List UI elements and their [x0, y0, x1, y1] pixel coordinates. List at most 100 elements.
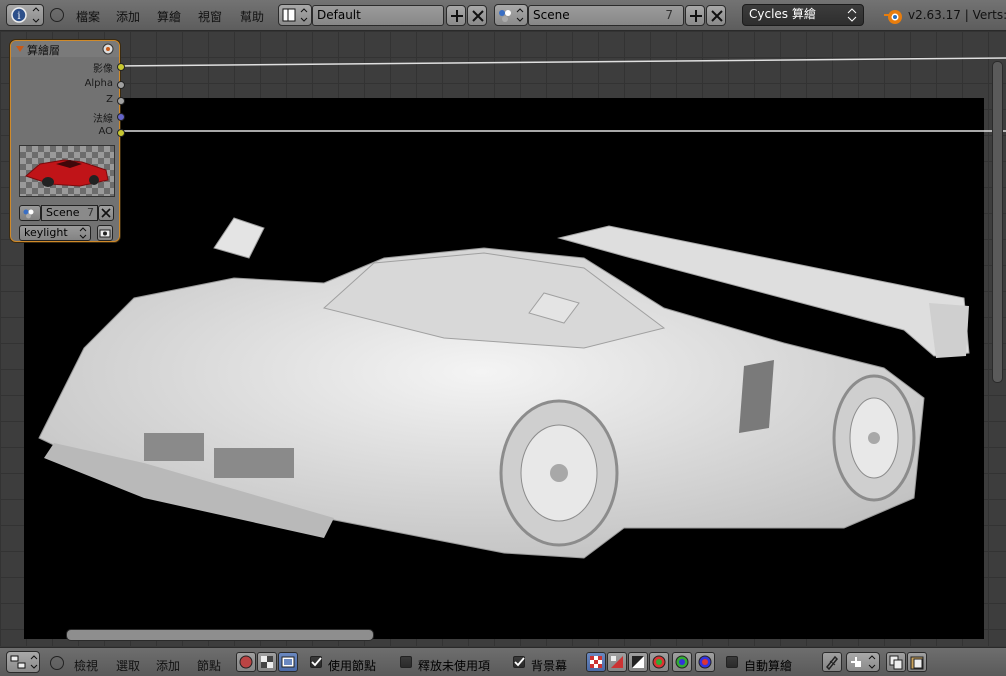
node-editor-header: 檢視 選取 添加 節點 使用節點 釋放未使用項 背景幕 自動算繪 — [0, 647, 1006, 676]
render-layer-value: keylight — [24, 226, 68, 239]
menu-add[interactable]: 添加 — [116, 8, 140, 25]
backdrop-green-button[interactable] — [672, 652, 692, 672]
checker-texture-icon — [261, 656, 273, 668]
paste-icon — [910, 656, 924, 670]
collapse-menu-icon[interactable] — [50, 656, 64, 670]
scene-name: Scene — [533, 8, 570, 22]
render-layers-node[interactable]: 算繪層 影像 Alpha Z 法線 AO Scene 7 keylight — [10, 40, 125, 242]
paste-nodes-button[interactable] — [907, 652, 927, 672]
node-scene-selector[interactable]: Scene 7 — [19, 205, 114, 221]
checker-red-icon — [590, 656, 602, 668]
vertical-scrollbar[interactable] — [992, 61, 1003, 383]
free-unused-checkbox[interactable] — [400, 656, 412, 668]
add-scene-button[interactable] — [685, 5, 705, 26]
output-normal-socket[interactable] — [117, 113, 125, 121]
node-links — [119, 57, 1006, 132]
backdrop-checkbox[interactable] — [513, 656, 525, 668]
layout-icon — [282, 8, 308, 22]
render-engine-select[interactable]: Cycles 算繪 — [742, 4, 864, 26]
menu-add-node[interactable]: 添加 — [156, 657, 180, 674]
backdrop-blue-button[interactable] — [695, 652, 715, 672]
collapse-menu-icon[interactable] — [50, 8, 64, 22]
color-wheel-icon — [675, 655, 689, 669]
output-z-socket[interactable] — [117, 97, 125, 105]
copy-nodes-button[interactable] — [886, 652, 906, 672]
render-engine-value: Cycles 算繪 — [749, 7, 816, 21]
horizontal-scrollbar[interactable] — [66, 629, 374, 641]
red-car-thumbnail-icon — [25, 159, 109, 187]
node-preview-toggle-icon[interactable] — [102, 43, 114, 55]
screen-layout-name[interactable]: Default — [312, 5, 444, 26]
node-scene-unlink-button[interactable] — [98, 205, 114, 221]
render-layer-select[interactable]: keylight — [19, 225, 91, 241]
chevron-updown-icon — [79, 227, 87, 239]
add-layout-button[interactable] — [446, 5, 466, 26]
texture-nodes-button[interactable] — [257, 652, 277, 672]
node-scene-icon-button[interactable] — [19, 205, 41, 221]
output-normal-label: 法線 — [93, 114, 113, 125]
output-alpha-label: Alpha — [84, 78, 113, 89]
scene-icon — [23, 209, 34, 219]
remove-layout-button[interactable] — [467, 5, 487, 26]
menu-node[interactable]: 節點 — [197, 657, 221, 674]
close-icon — [472, 10, 484, 22]
copy-icon — [889, 655, 903, 670]
scene-name-field[interactable]: Scene 7 — [528, 5, 684, 26]
collapse-arrow-icon[interactable] — [15, 44, 25, 54]
plus-icon — [451, 10, 463, 22]
screen-layout-selector[interactable] — [278, 4, 312, 26]
backdrop-alpha-button[interactable] — [607, 652, 627, 672]
checkmark-icon — [514, 657, 525, 667]
output-alpha-socket[interactable] — [117, 81, 125, 89]
menu-file[interactable]: 檔案 — [76, 8, 100, 25]
render-layer-button[interactable] — [97, 225, 113, 241]
use-nodes-checkbox[interactable] — [310, 656, 322, 668]
alpha-checker-icon — [611, 656, 623, 668]
compositing-nodes-button[interactable] — [278, 652, 298, 672]
scene-users-count: 7 — [665, 8, 673, 22]
node-editor-icon — [10, 655, 38, 669]
menu-view[interactable]: 檢視 — [74, 657, 98, 674]
alpha-icon — [632, 656, 644, 668]
node-editor-area[interactable] — [0, 31, 1006, 646]
chevron-updown-icon — [847, 8, 857, 22]
backdrop-image — [24, 98, 984, 639]
backdrop-label: 背景幕 — [531, 659, 568, 673]
menu-help[interactable]: 幫助 — [240, 8, 264, 25]
snap-element-selector[interactable] — [846, 652, 880, 672]
output-image-socket[interactable] — [117, 63, 125, 71]
car-render-image — [38, 217, 970, 559]
checkmark-icon — [311, 657, 322, 667]
menu-render[interactable]: 算繪 — [157, 8, 181, 25]
render-result-icon — [281, 656, 295, 668]
shader-nodes-button[interactable] — [236, 652, 256, 672]
menu-window[interactable]: 視窗 — [198, 8, 222, 25]
free-unused-label: 釋放未使用項 — [418, 659, 491, 673]
snap-button[interactable] — [822, 652, 842, 672]
material-sphere-icon — [239, 655, 253, 669]
render-preview-thumbnail — [19, 145, 115, 197]
camera-icon — [99, 229, 111, 238]
info-icon: i — [11, 7, 40, 23]
editor-type-button[interactable] — [6, 651, 40, 673]
node-scene-name-field[interactable]: Scene 7 — [41, 205, 98, 221]
backdrop-alpha-only-button[interactable] — [628, 652, 648, 672]
node-scene-name: Scene — [46, 206, 80, 219]
menu-select[interactable]: 選取 — [116, 657, 140, 674]
node-header[interactable]: 算繪層 — [11, 41, 119, 57]
scene-selector[interactable] — [494, 4, 528, 26]
close-icon — [101, 208, 111, 218]
output-z-label: Z — [106, 94, 113, 105]
svg-text:i: i — [17, 11, 20, 22]
editor-type-button[interactable]: i — [6, 4, 44, 26]
snap-grid-icon — [851, 655, 876, 669]
auto-render-checkbox[interactable] — [726, 656, 738, 668]
backdrop-red-button[interactable] — [649, 652, 669, 672]
node-scene-users: 7 — [87, 206, 94, 219]
backdrop-rgba-button[interactable] — [586, 652, 606, 672]
magnet-icon — [825, 655, 839, 671]
remove-scene-button[interactable] — [706, 5, 726, 26]
close-icon — [711, 10, 723, 22]
plus-icon — [690, 10, 702, 22]
output-ao-socket[interactable] — [117, 129, 125, 137]
